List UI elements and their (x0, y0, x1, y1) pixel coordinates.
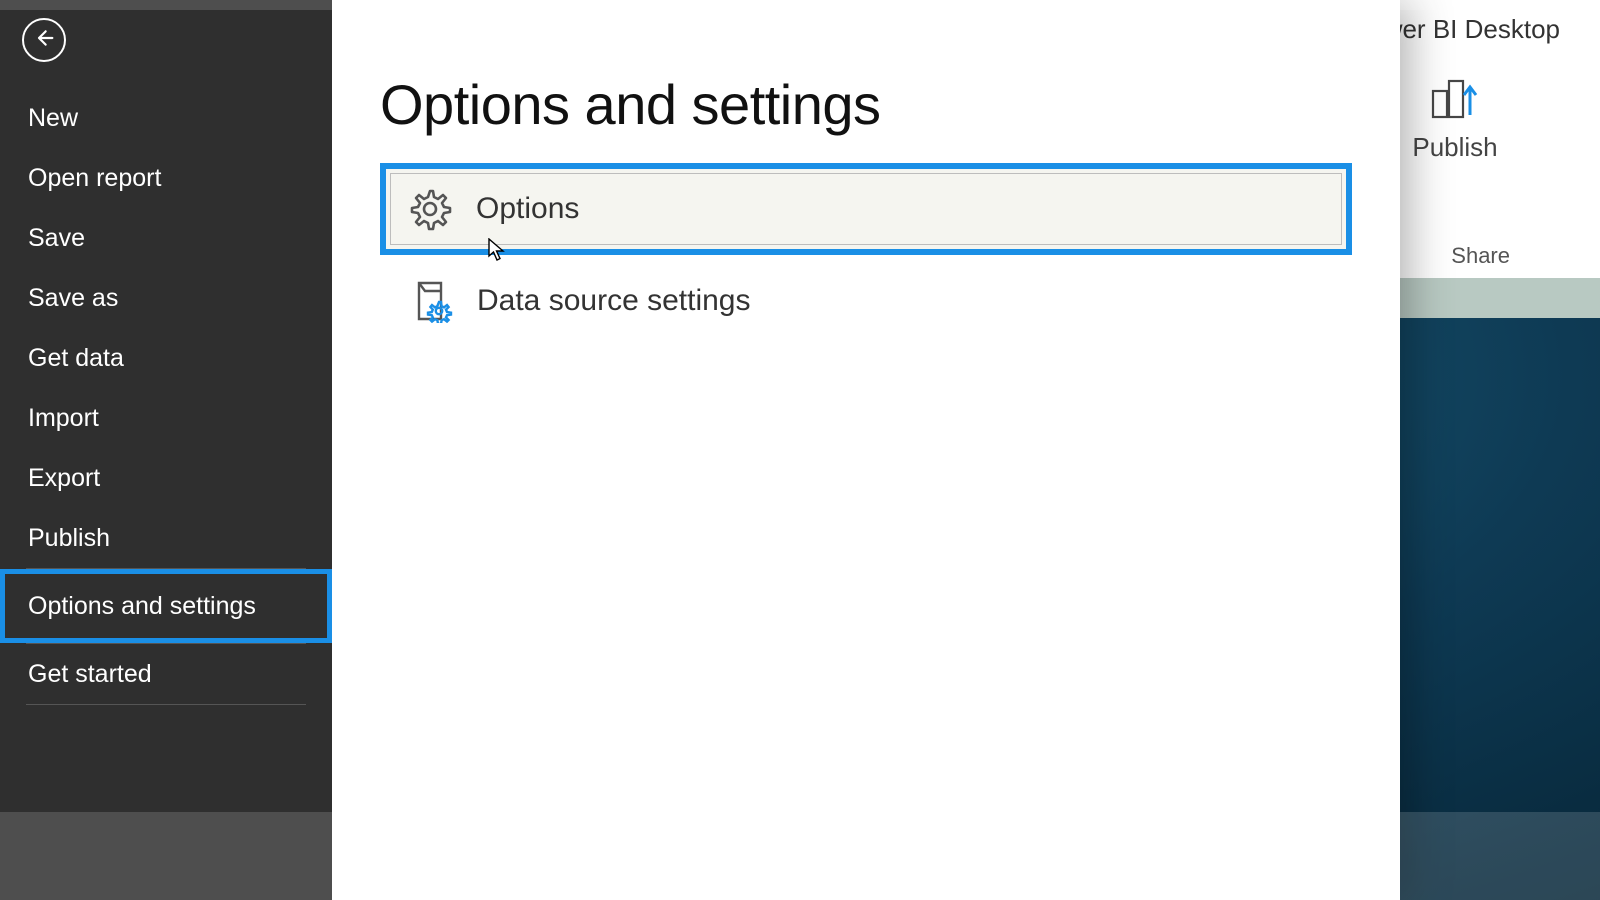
menu-item-get-started[interactable]: Get started (0, 644, 332, 704)
publish-icon (1400, 73, 1510, 126)
ribbon-publish-label: Publish (1400, 132, 1510, 163)
menu-separator (26, 704, 306, 705)
option-row-label: Data source settings (477, 284, 750, 318)
ribbon-publish-button[interactable]: Publish (1400, 73, 1510, 163)
menu-item-options-and-settings[interactable]: Options and settings (0, 569, 332, 643)
menu-item-save[interactable]: Save (0, 208, 332, 268)
menu-item-label: Save (28, 224, 85, 253)
gear-icon (408, 187, 452, 231)
menu-item-label: Options and settings (28, 592, 256, 621)
menu-item-label: Import (28, 404, 99, 433)
file-menu-overlay: New Open report Save Save as Get data Im… (0, 0, 1400, 900)
menu-item-label: Open report (28, 164, 161, 193)
menu-item-import[interactable]: Import (0, 388, 332, 448)
menu-item-publish[interactable]: Publish (0, 508, 332, 568)
menu-item-label: Get started (28, 660, 152, 689)
menu-item-save-as[interactable]: Save as (0, 268, 332, 328)
menu-item-open-report[interactable]: Open report (0, 148, 332, 208)
menu-item-label: Publish (28, 524, 110, 553)
app-root: - Power BI Desktop Publish Share (0, 0, 1600, 900)
back-arrow-icon (34, 28, 54, 53)
menu-item-export[interactable]: Export (0, 448, 332, 508)
menu-item-new[interactable]: New (0, 88, 332, 148)
data-source-settings-icon (409, 279, 453, 323)
back-button[interactable] (22, 18, 66, 62)
ribbon-share-group-label: Share (1451, 243, 1510, 269)
menu-item-label: New (28, 104, 78, 133)
option-row-options[interactable]: Options (380, 163, 1352, 255)
file-menu-content: Options and settings Options (332, 0, 1400, 900)
menu-item-label: Save as (28, 284, 118, 313)
option-row-label: Options (476, 192, 579, 226)
menu-item-label: Get data (28, 344, 124, 373)
page-title: Options and settings (380, 72, 1352, 137)
menu-item-label: Export (28, 464, 100, 493)
option-row-data-source-settings[interactable]: Data source settings (380, 255, 1352, 347)
file-menu-sidebar: New Open report Save Save as Get data Im… (0, 0, 332, 900)
menu-item-get-data[interactable]: Get data (0, 328, 332, 388)
file-menu-list: New Open report Save Save as Get data Im… (0, 88, 332, 705)
